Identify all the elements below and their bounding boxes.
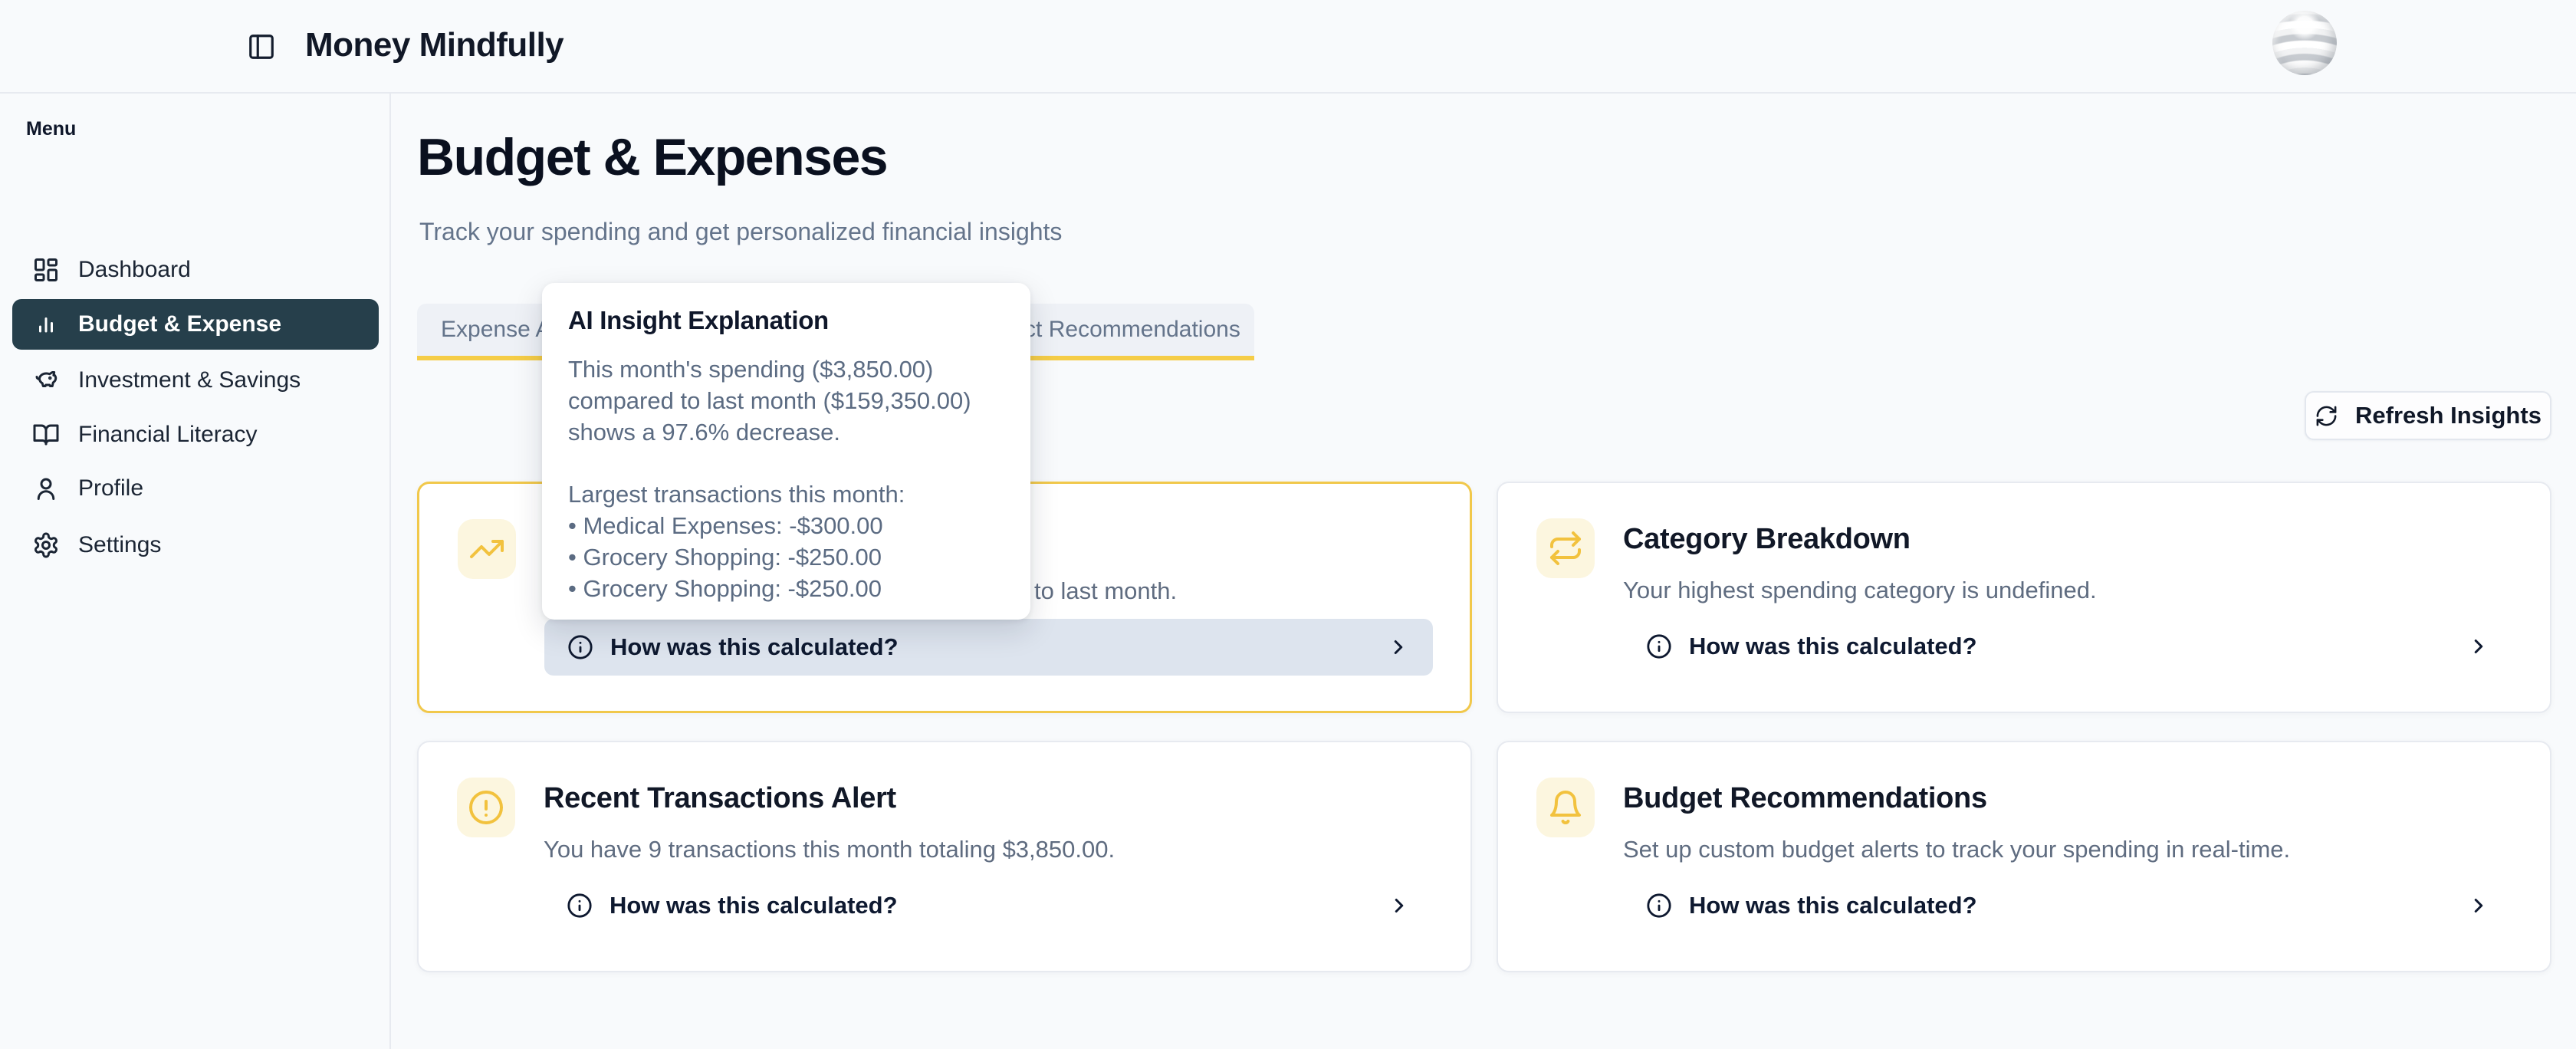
menu-label: Menu (26, 118, 76, 140)
repeat-icon (1547, 530, 1584, 567)
info-icon (567, 634, 593, 660)
bell-icon (1547, 789, 1584, 826)
how-calculated-label: How was this calculated? (610, 633, 899, 661)
sidebar-item-budget-expense[interactable]: Budget & Expense (12, 299, 379, 350)
card-title: Budget Recommendations (1623, 782, 1987, 815)
icon-chip (458, 519, 516, 579)
tooltip-title: AI Insight Explanation (568, 306, 1004, 335)
card-subtitle: Set up custom budget alerts to track you… (1623, 836, 2290, 863)
sidebar-item-investment-savings[interactable]: Investment & Savings (12, 355, 379, 406)
sidebar-item-financial-literacy[interactable]: Financial Literacy (12, 409, 379, 460)
sidebar-item-settings[interactable]: Settings (12, 520, 379, 571)
refresh-icon (2315, 404, 2338, 428)
sidebar-item-profile[interactable]: Profile (12, 463, 379, 514)
info-icon (1646, 633, 1672, 659)
how-calculated-row[interactable]: How was this calculated? (544, 877, 1434, 934)
info-icon (567, 893, 593, 919)
piggy-bank-icon (32, 367, 60, 394)
book-open-icon (32, 421, 60, 449)
dashboard-icon (32, 256, 60, 284)
recent-transactions-card: Recent Transactions Alert You have 9 tra… (417, 741, 1472, 972)
card-title: Category Breakdown (1623, 523, 1911, 556)
sidebar-item-label: Financial Literacy (78, 422, 257, 448)
avatar[interactable] (2272, 11, 2337, 75)
chevron-right-icon (1387, 636, 1410, 659)
trending-up-icon (468, 531, 505, 567)
sidebar-toggle-icon[interactable] (247, 32, 276, 61)
sidebar-item-label: Budget & Expense (78, 311, 281, 337)
how-calculated-row[interactable]: How was this calculated? (1623, 618, 2513, 675)
tooltip-paragraph: Largest transactions this month: • Medic… (568, 478, 1004, 604)
category-breakdown-card: Category Breakdown Your highest spending… (1497, 482, 2551, 713)
icon-chip (1536, 518, 1595, 578)
chevron-right-icon (2467, 635, 2490, 658)
how-calculated-label: How was this calculated? (1689, 892, 1977, 919)
tooltip-paragraph: This month's spending ($3,850.00) compar… (568, 354, 1004, 448)
sidebar-item-label: Settings (78, 532, 161, 558)
icon-chip (457, 778, 515, 837)
app-title: Money Mindfully (305, 26, 564, 64)
bar-chart-icon (32, 311, 60, 338)
card-title: Recent Transactions Alert (544, 782, 896, 815)
page-title: Budget & Expenses (417, 127, 887, 187)
refresh-insights-label: Refresh Insights (2355, 402, 2542, 429)
page-subtitle: Track your spending and get personalized… (419, 218, 1062, 246)
sidebar-item-label: Investment & Savings (78, 367, 301, 393)
alert-circle-icon (468, 789, 504, 826)
how-calculated-row[interactable]: How was this calculated? (1623, 877, 2513, 934)
how-calculated-label: How was this calculated? (610, 892, 898, 919)
info-icon (1646, 893, 1672, 919)
how-calculated-label: How was this calculated? (1689, 633, 1977, 660)
gear-icon (32, 531, 60, 559)
refresh-insights-button[interactable]: Refresh Insights (2305, 391, 2551, 440)
card-subtitle-fragment: to last month. (1034, 577, 1177, 605)
card-subtitle: Your highest spending category is undefi… (1623, 577, 2097, 604)
chevron-right-icon (2467, 894, 2490, 917)
sidebar-item-label: Profile (78, 475, 143, 501)
sidebar-item-dashboard[interactable]: Dashboard (12, 245, 379, 295)
card-subtitle: You have 9 transactions this month total… (544, 836, 1115, 863)
budget-recommendations-card: Budget Recommendations Set up custom bud… (1497, 741, 2551, 972)
user-icon (32, 475, 60, 502)
sidebar-item-label: Dashboard (78, 257, 191, 283)
chevron-right-icon (1388, 894, 1411, 917)
ai-insight-tooltip: AI Insight Explanation This month's spen… (542, 283, 1030, 620)
how-calculated-row[interactable]: How was this calculated? (544, 619, 1433, 676)
icon-chip (1536, 778, 1595, 837)
sidebar: Menu Dashboard Budget & Expense Investme… (0, 94, 391, 1049)
header: Money Mindfully (0, 0, 2576, 94)
